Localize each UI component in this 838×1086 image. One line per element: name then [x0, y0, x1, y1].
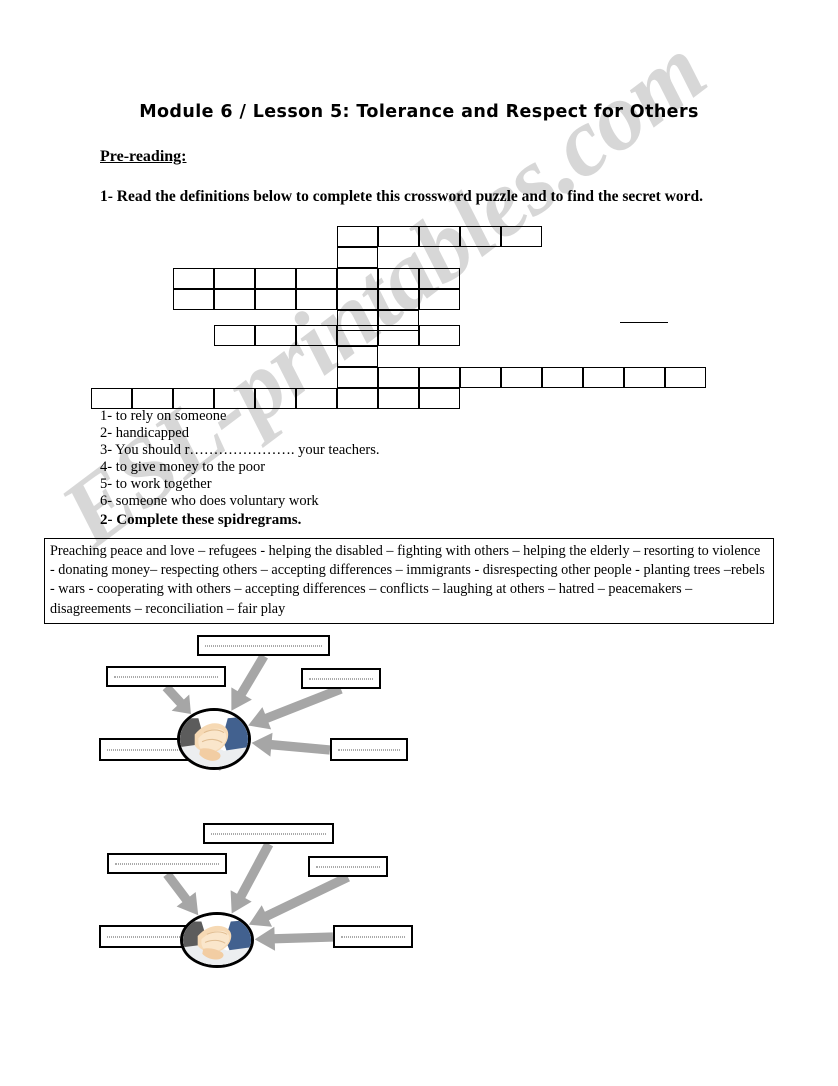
crossword-cell[interactable] [419, 226, 460, 247]
crossword-cell[interactable] [378, 268, 419, 289]
crossword-cell[interactable] [296, 268, 337, 289]
crossword-cell[interactable] [214, 268, 255, 289]
crossword-cell[interactable] [624, 367, 665, 388]
crossword-cell[interactable] [419, 367, 460, 388]
connector-arrow-icon [250, 729, 331, 762]
dotted-writing-line [114, 676, 218, 677]
crossword-cell[interactable] [255, 388, 296, 409]
crossword-cell[interactable] [337, 289, 378, 310]
crossword-cell[interactable] [91, 388, 132, 409]
crossword-cell[interactable] [665, 367, 706, 388]
word-bank-box: Preaching peace and love – refugees - he… [44, 538, 774, 624]
answer-box-upper-right[interactable] [301, 668, 381, 689]
answer-box-upper-right[interactable] [308, 856, 388, 877]
dotted-writing-line [205, 645, 322, 646]
crossword-cell[interactable] [173, 268, 214, 289]
crossword-cell[interactable] [296, 388, 337, 409]
crossword-cell[interactable] [214, 289, 255, 310]
crossword-cell[interactable] [255, 289, 296, 310]
crossword-cell[interactable] [173, 289, 214, 310]
connector-arrow-icon [254, 924, 334, 952]
crossword-cell[interactable] [173, 388, 214, 409]
crossword-cell[interactable] [378, 388, 419, 409]
crossword-cell[interactable] [337, 247, 378, 268]
crossword-cell[interactable] [419, 388, 460, 409]
crossword-cell[interactable] [214, 388, 255, 409]
crossword-cell[interactable] [337, 346, 378, 367]
answer-box-right[interactable] [330, 738, 408, 761]
crossword-cell[interactable] [255, 325, 296, 346]
instruction-task-2: 2- Complete these spidregrams. [100, 512, 302, 528]
crossword-cell[interactable] [337, 226, 378, 247]
clue-list: 1- to rely on someone 2- handicapped 3- … [100, 408, 380, 510]
clue-item: 6- someone who does voluntary work [100, 493, 319, 509]
clue-item: 1- to rely on someone [100, 408, 227, 424]
crossword-cell[interactable] [378, 325, 419, 346]
crossword-cell[interactable] [501, 367, 542, 388]
crossword-cell[interactable] [460, 367, 501, 388]
dotted-writing-line [316, 866, 380, 867]
clue-item: 2- handicapped [100, 425, 189, 441]
crossword-cell[interactable] [583, 367, 624, 388]
handshake-icon [177, 708, 251, 770]
crossword-cell[interactable] [132, 388, 173, 409]
dotted-writing-line [338, 749, 400, 750]
answer-box-top[interactable] [203, 823, 334, 844]
crossword-cell[interactable] [378, 226, 419, 247]
answer-box-upper-left[interactable] [107, 853, 227, 874]
crossword-cell[interactable] [378, 367, 419, 388]
crossword-cell[interactable] [337, 367, 378, 388]
crossword-cell[interactable] [337, 325, 378, 346]
crossword-cell[interactable] [419, 268, 460, 289]
answer-box-top[interactable] [197, 635, 330, 656]
dotted-writing-line [341, 936, 405, 937]
crossword-cell[interactable] [419, 289, 460, 310]
crossword-cell[interactable] [255, 268, 296, 289]
crossword-cell[interactable] [460, 226, 501, 247]
secret-word-line [620, 322, 668, 323]
answer-box-upper-left[interactable] [106, 666, 226, 687]
worksheet-page: ESL-printables.com Module 6 / Lesson 5: … [0, 0, 838, 1086]
dotted-writing-line [309, 678, 373, 679]
handshake-icon [180, 912, 254, 968]
dotted-writing-line [115, 863, 219, 864]
crossword-cell[interactable] [337, 388, 378, 409]
crossword-cell[interactable] [296, 325, 337, 346]
answer-box-right[interactable] [333, 925, 413, 948]
dotted-writing-line [211, 833, 326, 834]
clue-item: 4- to give money to the poor [100, 459, 266, 475]
crossword-cell[interactable] [419, 325, 460, 346]
crossword-cell[interactable] [214, 325, 255, 346]
crossword-cell[interactable] [542, 367, 583, 388]
clue-item: 3- You should r…………………. your teachers. [100, 442, 380, 458]
crossword-cell[interactable] [337, 268, 378, 289]
crossword-cell[interactable] [378, 289, 419, 310]
crossword-cell[interactable] [296, 289, 337, 310]
crossword-cell[interactable] [501, 226, 542, 247]
crossword-grid[interactable] [0, 0, 838, 410]
clue-item: 5- to work together [100, 476, 212, 492]
